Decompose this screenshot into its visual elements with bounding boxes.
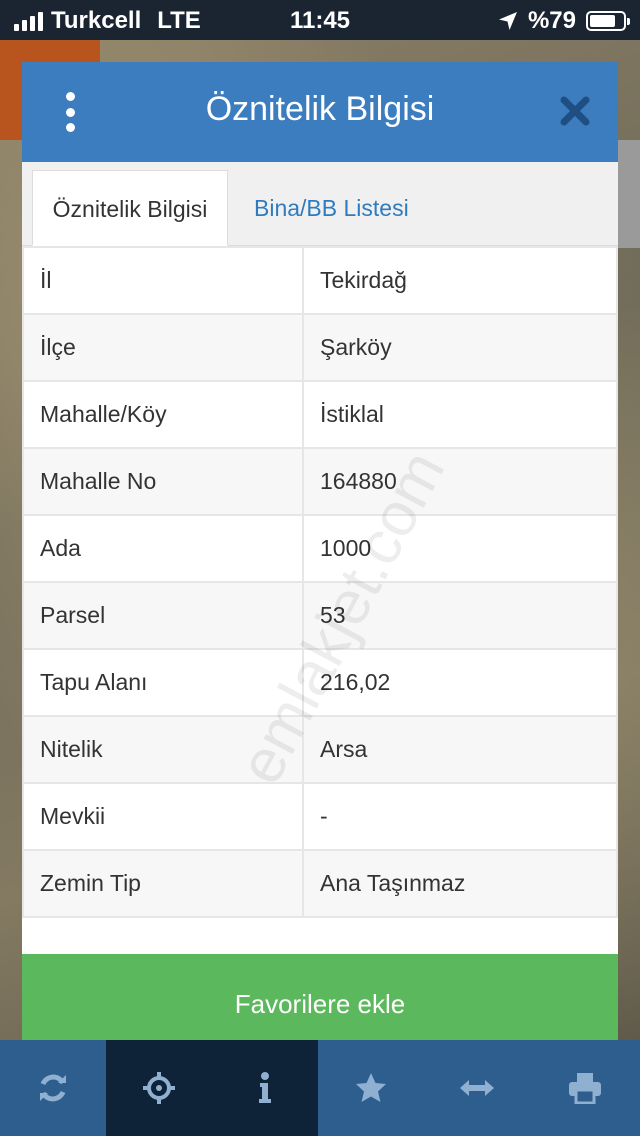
status-bar: Turkcell LTE 11:45 %79 [0,0,640,40]
location-arrow-icon [498,12,517,30]
attribute-value: Arsa [302,715,618,784]
battery-level [590,15,615,27]
attribute-value: Şarköy [302,313,618,382]
measure-button[interactable] [424,1040,530,1136]
battery-icon [586,11,630,31]
attribute-value: 216,02 [302,648,618,717]
refresh-icon [40,1074,66,1102]
table-row: Mevkii - [22,782,618,851]
table-row: Ada 1000 [22,514,618,583]
attribute-value: Tekirdağ [302,246,618,315]
tab-building-list[interactable]: Bina/BB Listesi [236,170,427,246]
attribute-value: 1000 [302,514,618,583]
locate-button[interactable] [106,1040,212,1136]
favorites-button[interactable] [318,1040,424,1136]
tab-bar: Öznitelik Bilgisi Bina/BB Listesi [22,162,618,246]
attribute-key: Mahalle No [22,447,304,516]
print-button[interactable] [530,1040,640,1136]
attribute-key: Mahalle/Köy [22,380,304,449]
table-row: İl Tekirdağ [22,246,618,315]
locate-icon [143,1072,175,1104]
attribute-key: Tapu Alanı [22,648,304,717]
status-bar-right: %79 [498,7,630,35]
attribute-value: 53 [302,581,618,650]
info-button[interactable] [212,1040,318,1136]
close-icon[interactable] [558,94,592,128]
table-row: Mahalle/Köy İstiklal [22,380,618,449]
measure-icon [460,1080,494,1096]
attribute-key: Ada [22,514,304,583]
table-row: Mahalle No 164880 [22,447,618,516]
attribute-key: Parsel [22,581,304,650]
attribute-info-dialog: Öznitelik Bilgisi Öznitelik Bilgisi Bina… [22,62,618,1054]
attribute-key: İlçe [22,313,304,382]
table-row: Nitelik Arsa [22,715,618,784]
attribute-key: Mevkii [22,782,304,851]
attribute-table-scroll[interactable]: İl Tekirdağ İlçe Şarköy Mahalle/Köy İstiklal M… [22,246,618,954]
attribute-value: 164880 [302,447,618,516]
table-row: İlçe Şarköy [22,313,618,382]
attribute-key: İl [22,246,304,315]
table-row: Parsel 53 [22,581,618,650]
attribute-value: İstiklal [302,380,618,449]
screen: Turkcell LTE 11:45 %79 Öznitelik Bilgisi [0,0,640,1136]
table-row: Tapu Alanı 216,02 [22,648,618,717]
attribute-table: İl Tekirdağ İlçe Şarköy Mahalle/Köy İstiklal M… [22,246,618,918]
table-row: Zemin Tip Ana Taşınmaz [22,849,618,918]
print-icon [569,1073,601,1104]
add-to-favorites-button[interactable]: Favorilere ekle [22,954,618,1054]
star-icon [356,1073,386,1102]
dialog-title: Öznitelik Bilgisi [205,90,435,128]
battery-percent: %79 [527,7,576,34]
refresh-button[interactable] [0,1040,106,1136]
attribute-value: - [302,782,618,851]
info-icon [259,1072,271,1103]
attribute-key: Nitelik [22,715,304,784]
bottom-toolbar [0,1040,640,1136]
dialog-header: Öznitelik Bilgisi [22,62,618,162]
tab-attribute-info[interactable]: Öznitelik Bilgisi [32,170,228,246]
attribute-value: Ana Taşınmaz [302,849,618,918]
attribute-key: Zemin Tip [22,849,304,918]
map-feature [618,140,640,248]
